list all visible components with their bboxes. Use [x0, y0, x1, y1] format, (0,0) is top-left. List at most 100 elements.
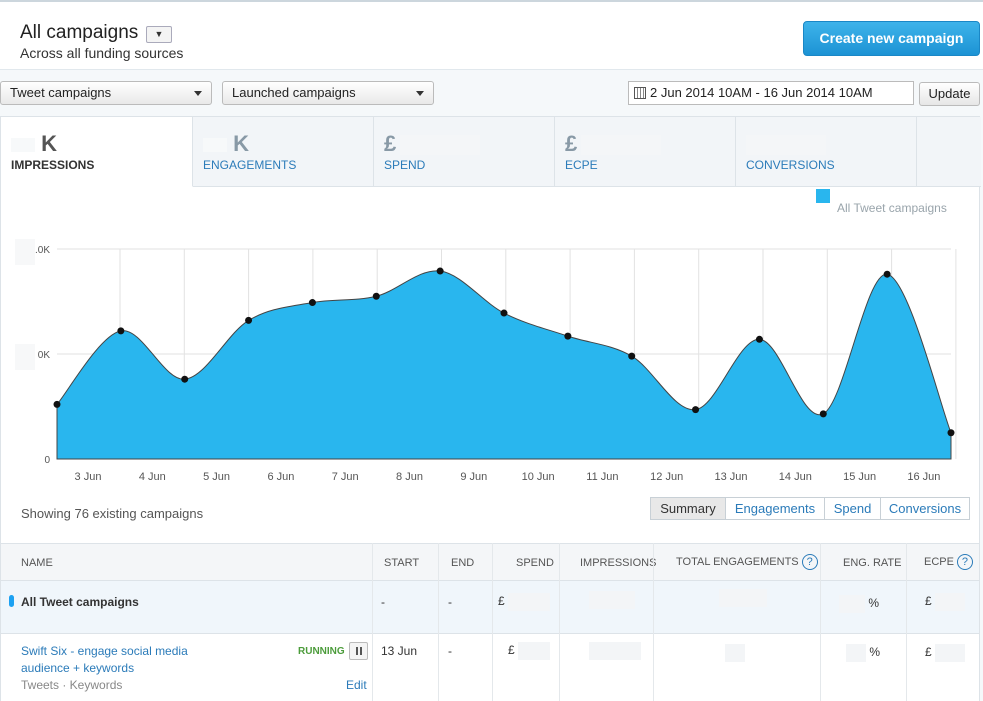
- tab-engagements-view[interactable]: Engagements: [725, 497, 825, 520]
- campaign-scope-dropdown-icon[interactable]: ▼: [146, 26, 172, 43]
- campaign-eng-rate: %: [846, 644, 880, 662]
- help-icon[interactable]: ?: [956, 554, 973, 570]
- tab-impressions[interactable]: K IMPRESSIONS: [1, 117, 193, 187]
- redacted-value: [15, 344, 35, 370]
- update-button[interactable]: Update: [919, 82, 980, 106]
- data-point: [883, 270, 891, 278]
- tab-label: IMPRESSIONS: [11, 158, 95, 172]
- tab-spend[interactable]: £ SPEND: [374, 117, 555, 187]
- metric-prefix: £: [565, 131, 578, 156]
- all-campaigns-name: All Tweet campaigns: [21, 595, 139, 609]
- x-tick-label: 10 Jun: [522, 471, 555, 483]
- data-point: [117, 327, 125, 335]
- column-divider: [906, 543, 907, 701]
- tab-conversions-view[interactable]: Conversions: [880, 497, 970, 520]
- redacted-value: [846, 644, 866, 662]
- col-total-engagements[interactable]: TOTAL ENGAGEMENTS?: [676, 554, 818, 570]
- campaign-meta: Tweets · Keywords: [21, 678, 123, 692]
- table-row-total: All Tweet campaigns - - £ % £: [1, 581, 979, 634]
- redacted-value: [581, 135, 662, 156]
- series-area: [56, 270, 952, 460]
- data-point: [500, 309, 508, 317]
- tab-label: ECPE: [565, 158, 598, 172]
- redacted-value: [203, 138, 227, 153]
- date-range-value: 2 Jun 2014 10AM - 16 Jun 2014 10AM: [650, 85, 873, 100]
- series-color-icon: [9, 595, 14, 607]
- page-subtitle: Across all funding sources: [20, 45, 184, 61]
- tab-label: SPEND: [384, 158, 426, 172]
- redacted-value: [518, 642, 551, 660]
- campaign-name-link[interactable]: Swift Six - engage social media audience…: [21, 643, 221, 677]
- x-tick-label: 11 Jun: [586, 471, 618, 483]
- col-spend[interactable]: SPEND: [516, 557, 554, 569]
- redacted-value: [589, 591, 635, 609]
- tab-spacer: [917, 117, 981, 187]
- page-header: All campaigns ▼ Across all funding sourc…: [0, 2, 983, 70]
- x-tick-label: 6 Jun: [267, 471, 294, 483]
- all-impressions: [589, 591, 635, 609]
- status-badge: RUNNING: [298, 646, 345, 657]
- redacted-value: [719, 589, 767, 607]
- data-point: [245, 316, 253, 324]
- x-tick-label: 12 Jun: [650, 471, 683, 483]
- redacted-value: [746, 135, 826, 156]
- redacted-value: [725, 644, 745, 662]
- tab-summary[interactable]: Summary: [650, 497, 726, 520]
- col-ecpe[interactable]: ECPE?: [924, 554, 973, 570]
- data-point: [372, 292, 380, 300]
- data-point: [692, 406, 700, 414]
- col-impressions[interactable]: IMPRESSIONS: [580, 557, 656, 569]
- campaign-type-value: Tweet campaigns: [10, 85, 112, 100]
- column-divider: [820, 543, 821, 701]
- create-campaign-button[interactable]: Create new campaign: [803, 21, 980, 56]
- redacted-value: [839, 595, 865, 613]
- campaign-ecpe: £: [925, 644, 966, 662]
- tab-conversions[interactable]: CONVERSIONS: [736, 117, 917, 187]
- all-end: -: [448, 595, 452, 609]
- x-tick-label: 13 Jun: [714, 471, 747, 483]
- col-start[interactable]: START: [384, 557, 419, 569]
- tab-label: ENGAGEMENTS: [203, 158, 297, 172]
- table-header: NAME START END SPEND IMPRESSIONS TOTAL E…: [1, 543, 979, 581]
- data-point: [308, 299, 316, 307]
- campaign-impressions: [589, 642, 641, 660]
- edit-link[interactable]: Edit: [346, 678, 367, 692]
- redacted-value: [508, 593, 551, 611]
- tab-engagements[interactable]: K ENGAGEMENTS: [193, 117, 374, 187]
- tab-spend-view[interactable]: Spend: [824, 497, 881, 520]
- redacted-value: [400, 135, 481, 156]
- metric-prefix: £: [384, 131, 397, 156]
- data-point: [436, 267, 444, 275]
- legend-swatch: [816, 189, 830, 203]
- col-eng-rate[interactable]: ENG. RATE: [843, 557, 901, 569]
- all-start: -: [381, 595, 385, 609]
- campaign-status-select[interactable]: Launched campaigns: [222, 81, 434, 105]
- x-tick-label: 3 Jun: [75, 471, 102, 483]
- redacted-value: [15, 239, 35, 265]
- column-divider: [492, 543, 493, 701]
- legend-label: All Tweet campaigns: [837, 201, 947, 215]
- col-name[interactable]: NAME: [21, 557, 53, 569]
- campaign-type-select[interactable]: Tweet campaigns: [0, 81, 212, 105]
- y-tick-label: 0K: [38, 350, 51, 361]
- analytics-panel: K IMPRESSIONS K ENGAGEMENTS £ SPEND £ EC…: [0, 116, 981, 701]
- column-divider: [559, 543, 560, 701]
- campaign-engagements: [725, 644, 745, 662]
- x-tick-label: 9 Jun: [460, 471, 487, 483]
- col-end[interactable]: END: [451, 557, 474, 569]
- calendar-icon: [634, 87, 646, 99]
- column-divider: [372, 543, 373, 701]
- metric-tabs: K IMPRESSIONS K ENGAGEMENTS £ SPEND £ EC…: [1, 117, 981, 187]
- date-range-input[interactable]: 2 Jun 2014 10AM - 16 Jun 2014 10AM: [628, 81, 914, 105]
- chevron-down-icon: [194, 91, 202, 96]
- data-point: [755, 335, 763, 343]
- all-engagements: [719, 589, 767, 607]
- help-icon[interactable]: ?: [801, 554, 818, 570]
- tab-ecpe[interactable]: £ ECPE: [555, 117, 736, 187]
- data-point: [181, 375, 189, 383]
- x-tick-label: 4 Jun: [139, 471, 166, 483]
- all-ecpe: £: [925, 593, 966, 611]
- metric-suffix: K: [41, 131, 58, 156]
- x-tick-label: 8 Jun: [396, 471, 423, 483]
- pause-button[interactable]: [349, 642, 368, 660]
